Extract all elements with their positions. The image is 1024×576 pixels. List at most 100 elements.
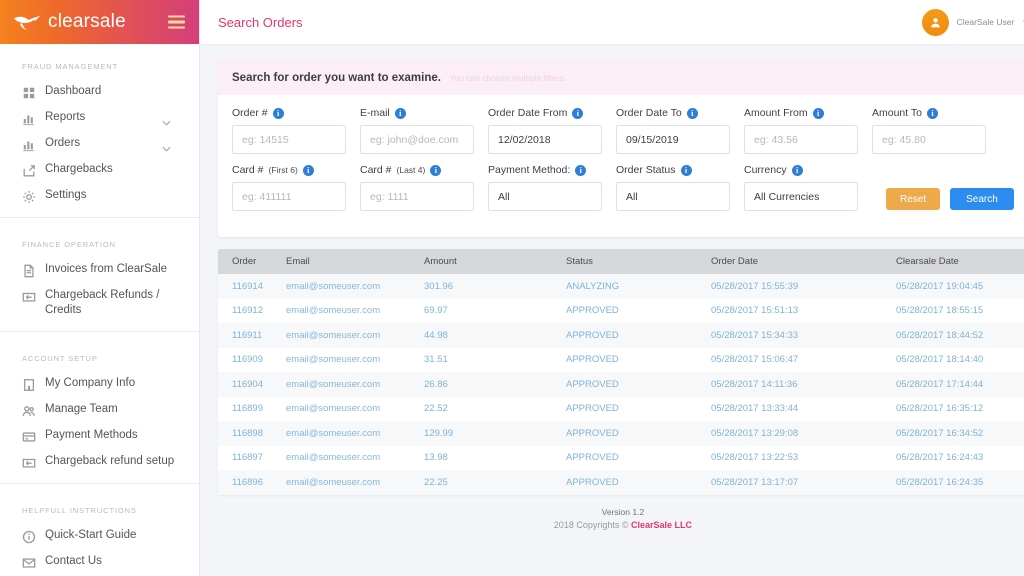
info-tooltip-icon[interactable]: i	[430, 164, 442, 176]
table-row[interactable]: 116897 email@someuser.com 13.98 APPROVED 05/…	[218, 445, 1024, 471]
filter-input-e-mail[interactable]	[360, 125, 474, 154]
people-icon	[22, 404, 36, 418]
table-row[interactable]: 116898 email@someuser.com 129.99 APPROVED 05…	[218, 421, 1024, 446]
filter-input-payment-method[interactable]	[488, 182, 602, 211]
info-tooltip-icon[interactable]: i	[791, 164, 803, 176]
filter-input-order-date-from[interactable]	[488, 125, 602, 154]
column-header-amount[interactable]: Amount	[424, 249, 566, 274]
cell-email[interactable]: email@someuser.com	[286, 323, 424, 348]
search-button[interactable]: Search	[950, 188, 1014, 210]
filter-input-order-status[interactable]	[616, 182, 730, 211]
cell-email[interactable]: email@someuser.com	[286, 274, 424, 299]
cell-order[interactable]: 116912	[218, 299, 286, 324]
sidebar-item-manage-team[interactable]: Manage Team	[0, 397, 199, 423]
sidebar-item-label: Quick-Start Guide	[45, 529, 137, 541]
cell-clearsale-date: 05/28/2017 18:44:52	[896, 329, 984, 341]
sidebar-item-payment-methods[interactable]: Payment Methods	[0, 423, 199, 449]
table-row[interactable]: 116904 email@someuser.com 26.86 APPROVED 05/…	[218, 372, 1024, 397]
table-row[interactable]: 116896 email@someuser.com 22.25 APPROVED 05/…	[218, 470, 1024, 495]
filter-field-card-first-6: Card # (First 6) i	[232, 164, 360, 211]
sidebar-item-invoices-from-clearsale[interactable]: Invoices from ClearSale	[0, 257, 199, 283]
cell-order-date: 05/28/2017 14:11:36	[711, 378, 798, 390]
cell-email[interactable]: email@someuser.com	[286, 299, 424, 324]
filter-input-amount-from[interactable]	[744, 125, 858, 154]
filter-label: Amount To i	[872, 107, 1000, 119]
cell-email[interactable]: email@someuser.com	[286, 372, 424, 397]
filter-input-order[interactable]	[232, 125, 346, 154]
sidebar-item-chargeback-refunds-credits[interactable]: Chargeback Refunds / Credits	[0, 283, 199, 323]
footer-copyright: 2018 Copyrights © ClearSale LLC	[218, 520, 1024, 530]
chevron-down-icon[interactable]	[162, 113, 171, 131]
sidebar-item-dashboard[interactable]: Dashboard	[0, 79, 199, 105]
cell-email[interactable]: email@someuser.com	[286, 446, 424, 471]
cell-email[interactable]: email@someuser.com	[286, 348, 424, 373]
info-tooltip-icon[interactable]: i	[680, 164, 692, 176]
reset-button[interactable]: Reset	[886, 188, 941, 210]
cell-order[interactable]: 116898	[218, 421, 286, 446]
filter-input-currency[interactable]	[744, 182, 858, 211]
filter-field-currency: Currency i	[744, 164, 872, 211]
sidebar-item-contact-us[interactable]: Contact Us	[0, 549, 199, 575]
table-row[interactable]: 116899 email@someuser.com 22.52 APPROVED 05/…	[218, 396, 1024, 422]
info-tooltip-icon[interactable]: i	[272, 107, 284, 119]
sidebar-item-chargeback-refund-setup[interactable]: Chargeback refund setup	[0, 449, 199, 475]
cell-order[interactable]: 116909	[218, 348, 286, 373]
hamburger-menu-icon[interactable]	[168, 15, 185, 29]
cell-clearsale-date: 05/28/2017 16:35:12	[896, 403, 984, 415]
brand-header: clearsale	[0, 0, 199, 44]
user-menu[interactable]: ClearSale User ▾	[921, 8, 1024, 36]
cell-order[interactable]: 116911	[218, 323, 286, 348]
column-header-status[interactable]: Status	[566, 249, 711, 274]
column-header-order[interactable]: Order	[218, 249, 286, 274]
filter-input-card-last-4[interactable]	[360, 182, 474, 211]
cell-order[interactable]: 116896	[218, 470, 286, 495]
info-tooltip-icon[interactable]: i	[575, 164, 587, 176]
cell-order[interactable]: 116914	[218, 274, 286, 299]
sidebar-item-orders[interactable]: Orders	[0, 131, 199, 157]
cell-email[interactable]: email@someuser.com	[286, 421, 424, 446]
cell-email[interactable]: email@someuser.com	[286, 397, 424, 422]
sidebar-item-reports[interactable]: Reports	[0, 105, 199, 131]
info-tooltip-icon[interactable]: i	[302, 164, 314, 176]
column-header-clearsale-date[interactable]: Clearsale Date	[896, 249, 1024, 274]
cell-order[interactable]: 116904	[218, 372, 286, 397]
table-row[interactable]: 116912 email@someuser.com 69.97 APPROVED 05/…	[218, 298, 1024, 324]
info-tooltip-icon[interactable]: i	[572, 107, 584, 119]
document-icon	[22, 264, 36, 278]
filter-field-amount-to: Amount To i	[872, 107, 1000, 154]
chevron-down-icon[interactable]	[162, 139, 171, 157]
top-bar: Search Orders ClearSale User ▾	[200, 0, 1024, 45]
filter-label-text: Order Date To	[616, 107, 682, 119]
filter-input-amount-to[interactable]	[872, 125, 986, 154]
column-header-order-date[interactable]: Order Date	[711, 249, 896, 274]
info-tooltip-icon[interactable]: i	[394, 107, 406, 119]
cell-clearsale-date: 05/28/2017 18:55:15	[896, 305, 984, 317]
user-name-label: ClearSale User	[956, 17, 1015, 27]
cell-order-date: 05/28/2017 15:34:33	[711, 329, 799, 341]
filter-input-order-date-to[interactable]	[616, 125, 730, 154]
filter-label-text: Order #	[232, 107, 268, 119]
sidebar-item-quick-start-guide[interactable]: Quick-Start Guide	[0, 523, 199, 549]
table-row[interactable]: 116911 email@someuser.com 44.98 APPROVED 05/…	[218, 323, 1024, 348]
info-tooltip-icon[interactable]: i	[686, 107, 698, 119]
cell-email[interactable]: email@someuser.com	[286, 470, 424, 495]
filter-input-card-first-6[interactable]	[232, 182, 346, 211]
cell-order-date: 05/28/2017 13:17:07	[711, 476, 799, 488]
sidebar-nav: FRAUD MANAGEMENT Dashboard Reports Orders Ch…	[0, 44, 199, 576]
sidebar-item-label: Orders	[45, 137, 81, 149]
cell-clearsale-date: 05/28/2017 17:14:44	[896, 378, 984, 390]
cell-order[interactable]: 116897	[218, 446, 286, 471]
sidebar-item-settings[interactable]: Settings	[0, 183, 199, 209]
info-tooltip-icon[interactable]: i	[927, 107, 939, 119]
filter-label-text: Card #	[232, 164, 264, 176]
filter-label: E-mail i	[360, 107, 488, 119]
info-tooltip-icon[interactable]: i	[812, 107, 824, 119]
cell-order[interactable]: 116899	[218, 397, 286, 422]
table-row[interactable]: 116909 email@someuser.com 31.51 APPROVED 05/…	[218, 347, 1024, 373]
column-header-email[interactable]: Email	[286, 249, 424, 274]
sidebar-item-my-company-info[interactable]: My Company Info	[0, 371, 199, 397]
page-title: Search Orders	[218, 14, 303, 30]
table-row[interactable]: 116914 email@someuser.com 301.96 ANALYZING 0…	[218, 274, 1024, 299]
sidebar-item-chargebacks[interactable]: Chargebacks	[0, 157, 199, 183]
filter-row-2: Card #(First 6)iCard #(Last 4)iPayment M…	[232, 164, 1014, 211]
